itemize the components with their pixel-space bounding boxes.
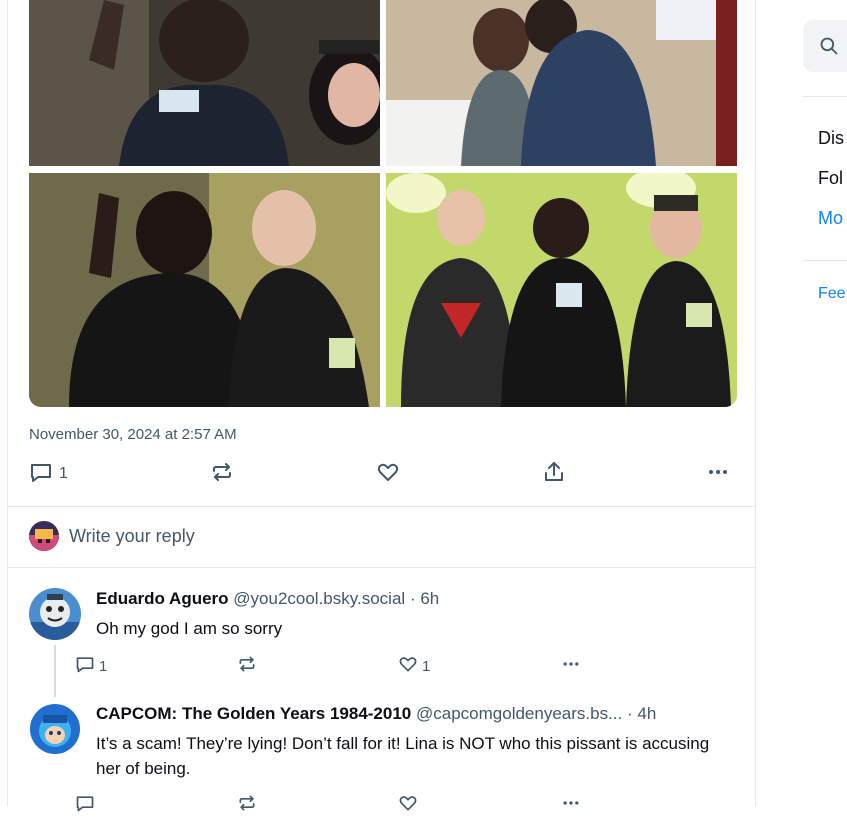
more-options-button[interactable] <box>561 654 581 678</box>
like-button[interactable]: 1 <box>398 654 430 678</box>
reply-input[interactable]: Write your reply <box>69 526 195 547</box>
reply-action-bar <box>75 793 615 815</box>
repost-button[interactable] <box>210 458 234 490</box>
avatar[interactable] <box>29 703 81 755</box>
sidebar-item-feeds[interactable]: Fee <box>818 285 846 303</box>
photo-4[interactable] <box>386 173 737 407</box>
post-text: It’s a scam! They’re lying! Don’t fall f… <box>96 734 710 778</box>
like-count: 1 <box>422 657 431 675</box>
reply-icon <box>75 793 95 817</box>
sidebar-item-following[interactable]: Fol <box>818 168 843 189</box>
ellipsis-icon <box>561 654 581 678</box>
ellipsis-icon <box>561 793 581 817</box>
divider <box>8 506 755 507</box>
current-user-avatar <box>29 521 59 551</box>
avatar[interactable] <box>29 588 81 640</box>
sidebar-item-more[interactable]: Mo <box>818 208 843 229</box>
thread-column: November 30, 2024 at 2:57 AM 1 Write you… <box>7 0 756 812</box>
repost-button[interactable] <box>237 654 257 678</box>
more-options-button[interactable] <box>706 458 730 490</box>
post-time[interactable]: · 4h <box>627 704 656 723</box>
repost-icon <box>210 460 234 489</box>
divider <box>8 567 755 568</box>
post-header: Eduardo Aguero @you2cool.bsky.social · 6… <box>96 588 736 610</box>
reply-button[interactable]: 1 <box>29 458 68 490</box>
image-gallery <box>29 0 737 407</box>
photo-1[interactable] <box>29 0 380 166</box>
reply-button[interactable]: 1 <box>75 654 107 678</box>
photo-3[interactable] <box>29 173 380 407</box>
reply-icon <box>75 654 95 678</box>
author-name[interactable]: Eduardo Aguero <box>96 589 229 608</box>
divider <box>803 96 847 97</box>
author-handle[interactable]: @you2cool.bsky.social <box>233 589 405 608</box>
reply-composer[interactable]: Write your reply <box>29 518 195 554</box>
like-button[interactable] <box>398 793 418 817</box>
divider <box>803 260 847 261</box>
reply-action-bar: 1 1 <box>75 654 615 676</box>
thread-connector <box>54 645 56 697</box>
author-handle[interactable]: @capcomgoldenyears.bs... <box>416 704 622 723</box>
repost-icon <box>237 793 257 817</box>
reply-count: 1 <box>99 657 108 675</box>
heart-icon <box>398 793 418 817</box>
photo-2[interactable] <box>386 0 737 166</box>
more-options-button[interactable] <box>561 793 581 817</box>
sidebar-item-discover[interactable]: Dis <box>818 128 844 149</box>
post-action-bar: 1 <box>29 458 739 490</box>
reply-button[interactable] <box>75 793 95 817</box>
reply-icon <box>29 460 53 489</box>
like-button[interactable] <box>376 458 400 490</box>
heart-icon <box>376 460 400 489</box>
post-text: Oh my god I am so sorry <box>96 619 283 638</box>
repost-icon <box>237 654 257 678</box>
post-time[interactable]: · 6h <box>410 589 439 608</box>
share-icon <box>542 460 566 489</box>
right-sidebar: Dis Fol Mo Fee <box>803 0 847 806</box>
reply-count: 1 <box>59 465 68 482</box>
heart-icon <box>398 654 418 678</box>
author-name[interactable]: CAPCOM: The Golden Years 1984-2010 <box>96 704 411 723</box>
share-button[interactable] <box>542 458 566 490</box>
post-header: CAPCOM: The Golden Years 1984-2010 @capc… <box>96 703 736 725</box>
post-content: CAPCOM: The Golden Years 1984-2010 @capc… <box>96 703 736 781</box>
ellipsis-icon <box>706 460 730 489</box>
repost-button[interactable] <box>237 793 257 817</box>
post-content: Eduardo Aguero @you2cool.bsky.social · 6… <box>96 588 736 641</box>
post-timestamp[interactable]: November 30, 2024 at 2:57 AM <box>29 426 237 443</box>
search-input[interactable] <box>803 20 847 72</box>
